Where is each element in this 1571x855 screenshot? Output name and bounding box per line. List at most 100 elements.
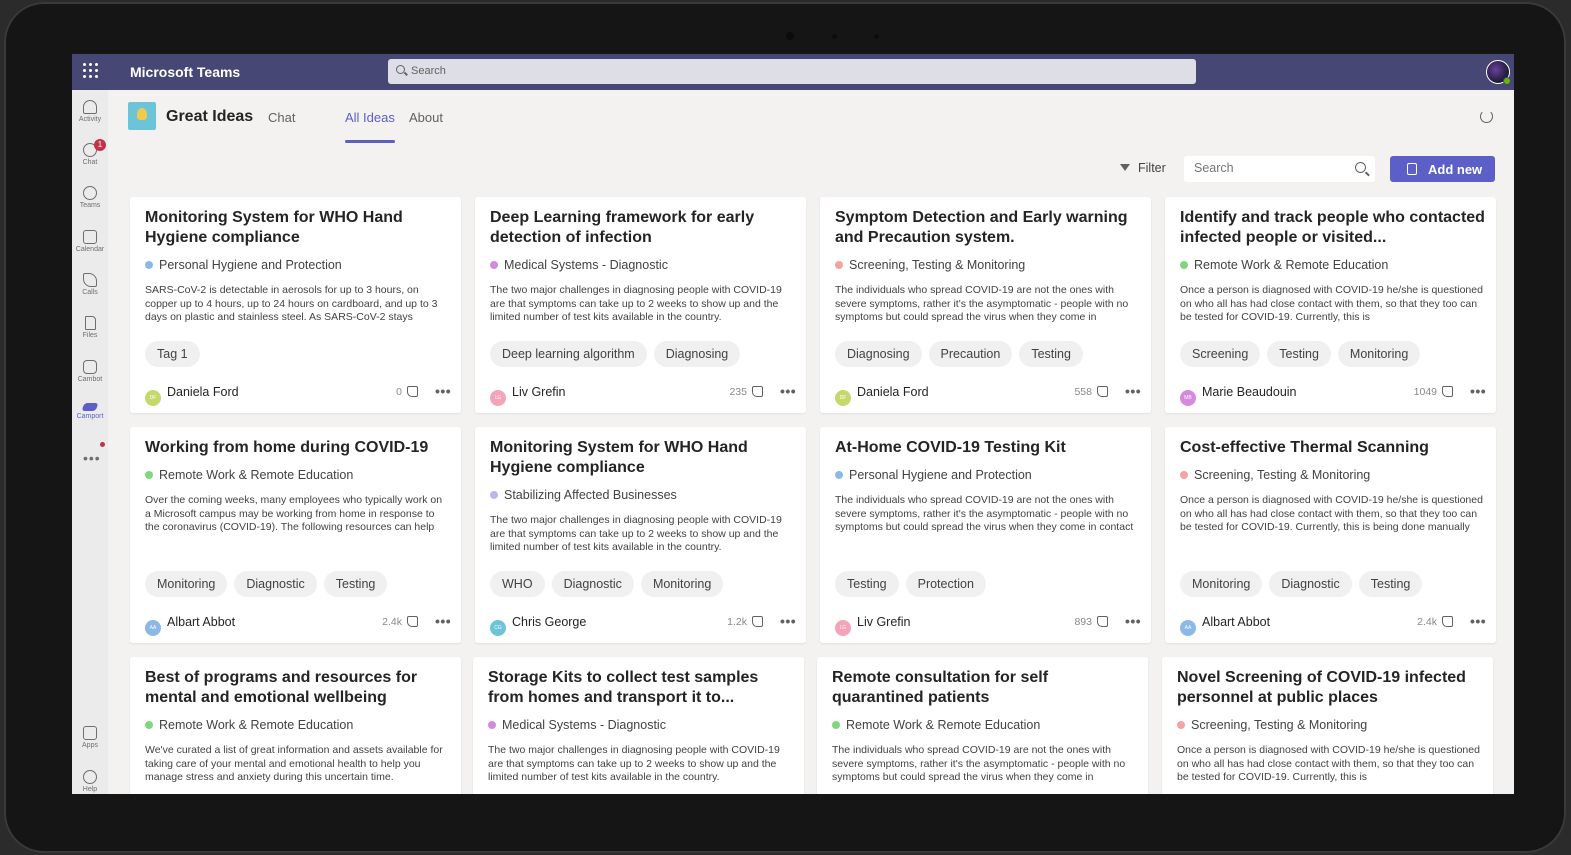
global-search-input[interactable]: Search <box>388 59 1196 84</box>
idea-card[interactable]: Deep Learning framework for early detect… <box>475 197 806 413</box>
rail-item-activity[interactable]: Activity <box>72 96 108 136</box>
author-name: Daniela Ford <box>167 385 239 399</box>
tag-chip[interactable]: Testing <box>1358 571 1423 597</box>
add-new-button[interactable]: Add new <box>1390 156 1495 182</box>
like-button[interactable]: 0 <box>358 386 418 398</box>
tag-chip[interactable]: Screening <box>1180 341 1261 367</box>
more-options-icon[interactable]: ••• <box>780 383 796 399</box>
rail-label: Files <box>82 332 98 339</box>
ideas-search-input[interactable] <box>1194 161 1344 175</box>
idea-title[interactable]: Monitoring System for WHO Hand Hygiene c… <box>490 438 795 478</box>
idea-card[interactable]: Identify and track people who contacted … <box>1165 197 1496 413</box>
tag-chip[interactable]: Protection <box>905 571 986 597</box>
avatar: AA <box>145 620 161 636</box>
like-button[interactable]: 1.2k <box>703 616 763 628</box>
idea-author[interactable]: AA Albart Abbot <box>145 615 235 636</box>
tag-chip[interactable]: WHO <box>490 571 545 597</box>
idea-card[interactable]: Cost-effective Thermal Scanning Screening… <box>1165 427 1496 643</box>
tag-chip[interactable]: Diagnosing <box>835 341 922 367</box>
tag-chip[interactable]: Testing <box>835 571 899 597</box>
rail-item-help[interactable]: Help <box>72 766 108 794</box>
idea-title[interactable]: Deep Learning framework for early detect… <box>490 208 795 248</box>
idea-title[interactable]: Monitoring System for WHO Hand Hygiene c… <box>145 208 450 248</box>
idea-card[interactable]: Novel Screening of COVID-19 infected per… <box>1162 657 1493 794</box>
tag-chip[interactable]: Tag 1 <box>145 341 200 367</box>
more-options-icon[interactable]: ••• <box>1125 613 1141 629</box>
idea-card[interactable]: Remote consultation for self quarantined… <box>817 657 1148 794</box>
rail-item-camport[interactable]: Camport <box>72 399 108 439</box>
tag-chip[interactable]: Testing <box>1019 341 1083 367</box>
idea-description: Over the coming weeks, many employees wh… <box>145 494 443 533</box>
profile-avatar[interactable] <box>1486 60 1511 85</box>
like-count: 235 <box>729 386 747 398</box>
idea-author[interactable]: MB Marie Beaudouin <box>1180 385 1297 406</box>
tag-chip[interactable]: Deep learning algorithm <box>490 341 647 367</box>
tag-chip[interactable]: Monitoring <box>1180 571 1263 597</box>
tag-chip[interactable]: Testing <box>1267 341 1331 367</box>
more-options-icon[interactable]: ••• <box>1125 383 1141 399</box>
more-options-icon[interactable]: ••• <box>1470 383 1486 399</box>
idea-author[interactable]: AA Albart Abbot <box>1180 615 1270 636</box>
app-launcher-icon[interactable] <box>83 63 99 79</box>
idea-author[interactable]: DF Daniela Ford <box>145 385 239 406</box>
rail-item-files[interactable]: Files <box>72 312 108 352</box>
like-button[interactable]: 1049 <box>1393 386 1453 398</box>
rail-item-teams[interactable]: Teams <box>72 182 108 222</box>
ideas-search[interactable] <box>1184 156 1375 182</box>
idea-card[interactable]: Working from home during COVID-19 Remote … <box>130 427 461 643</box>
tag-chip[interactable]: Monitoring <box>640 571 724 597</box>
idea-title[interactable]: Identify and track people who contacted … <box>1180 208 1485 248</box>
rail-item-calendar[interactable]: Calendar <box>72 226 108 266</box>
tag-chip[interactable]: Diagnostic <box>1269 571 1352 597</box>
like-button[interactable]: 2.4k <box>1393 616 1453 628</box>
idea-author[interactable]: DF Daniela Ford <box>835 385 929 406</box>
idea-title[interactable]: Best of programs and resources for menta… <box>145 668 450 708</box>
tab-about[interactable]: About <box>409 110 443 125</box>
more-options-icon[interactable]: ••• <box>780 613 796 629</box>
tag-chip[interactable]: Diagnostic <box>234 571 317 597</box>
search-icon[interactable] <box>1355 162 1366 173</box>
rail-item-chat[interactable]: 1 Chat <box>72 139 108 179</box>
like-button[interactable]: 893 <box>1048 616 1108 628</box>
idea-author[interactable]: CG Chris George <box>490 615 586 636</box>
tag-chip[interactable]: Diagnostic <box>551 571 634 597</box>
idea-author[interactable]: LG Liv Grefin <box>490 385 566 406</box>
more-options-icon[interactable]: ••• <box>435 613 451 629</box>
tag-chip[interactable]: Precaution <box>928 341 1013 367</box>
idea-title[interactable]: Cost-effective Thermal Scanning <box>1180 438 1485 458</box>
idea-title[interactable]: Storage Kits to collect test samples fro… <box>488 668 793 708</box>
idea-title[interactable]: Novel Screening of COVID-19 infected per… <box>1177 668 1482 708</box>
like-button[interactable]: 235 <box>703 386 763 398</box>
rail-item-apps[interactable]: Apps <box>72 722 108 762</box>
idea-card[interactable]: Monitoring System for WHO Hand Hygiene c… <box>130 197 461 413</box>
filter-button[interactable]: Filter <box>1120 161 1166 175</box>
idea-card[interactable]: Symptom Detection and Early warning and … <box>820 197 1151 413</box>
tag-chip[interactable]: Monitoring <box>1337 341 1421 367</box>
idea-author[interactable]: LG Liv Grefin <box>835 615 911 636</box>
tab-all-ideas[interactable]: All Ideas <box>345 110 395 125</box>
idea-title[interactable]: At-Home COVID-19 Testing Kit <box>835 438 1140 458</box>
rail-item-calls[interactable]: Calls <box>72 269 108 309</box>
like-button[interactable]: 2.4k <box>358 616 418 628</box>
idea-title[interactable]: Symptom Detection and Early warning and … <box>835 208 1140 248</box>
idea-title[interactable]: Remote consultation for self quarantined… <box>832 668 1137 708</box>
idea-title[interactable]: Working from home during COVID-19 <box>145 438 450 458</box>
more-apps-icon[interactable]: ••• <box>83 450 101 466</box>
idea-card[interactable]: At-Home COVID-19 Testing Kit Personal Hyg… <box>820 427 1151 643</box>
category-label: Screening, Testing & Monitoring <box>849 258 1026 272</box>
idea-card[interactable]: Best of programs and resources for menta… <box>130 657 461 794</box>
category-dot-icon <box>488 721 496 729</box>
rail-item-cambot[interactable]: Cambot <box>72 356 108 396</box>
tag-chip[interactable]: Testing <box>323 571 388 597</box>
more-options-icon[interactable]: ••• <box>435 383 451 399</box>
tag-chip[interactable]: Monitoring <box>145 571 228 597</box>
like-button[interactable]: 558 <box>1048 386 1108 398</box>
idea-card[interactable]: Storage Kits to collect test samples fro… <box>473 657 804 794</box>
idea-card[interactable]: Monitoring System for WHO Hand Hygiene c… <box>475 427 806 643</box>
tab-chat[interactable]: Chat <box>268 110 295 125</box>
refresh-icon[interactable] <box>1480 110 1493 123</box>
tag-chip[interactable]: Diagnosing <box>653 341 741 367</box>
avatar: DF <box>835 390 851 406</box>
bell-icon <box>83 100 97 114</box>
more-options-icon[interactable]: ••• <box>1470 613 1486 629</box>
